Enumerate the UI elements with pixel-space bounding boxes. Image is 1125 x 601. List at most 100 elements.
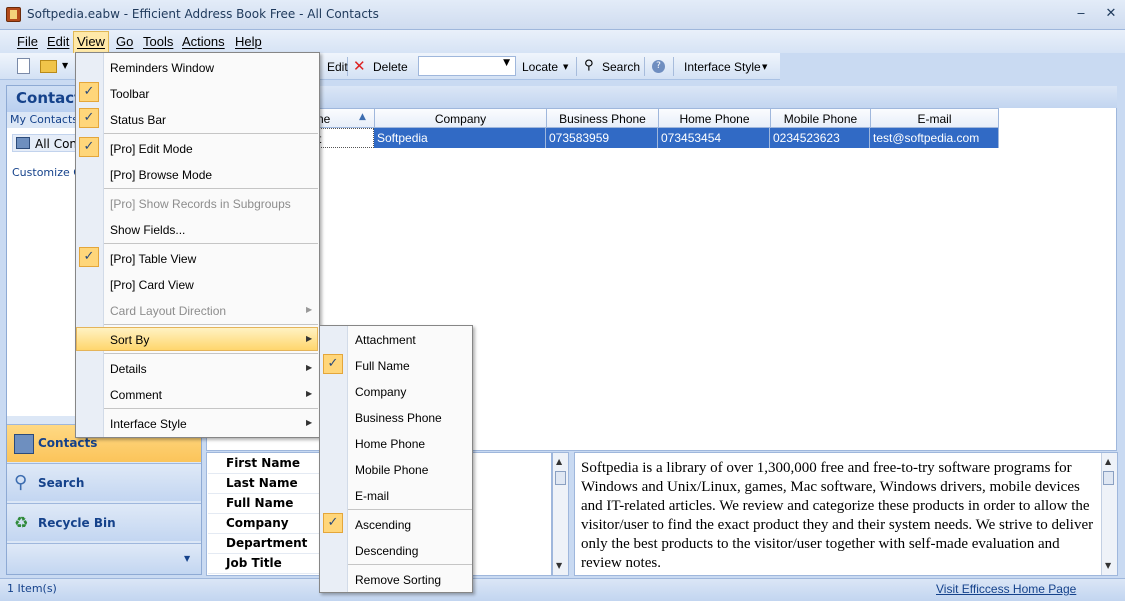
toolbar-separator <box>673 57 674 76</box>
menu-item-comment[interactable]: Comment <box>110 383 162 407</box>
submenu-arrow-icon: ▶ <box>306 305 313 314</box>
menu-separator <box>104 133 318 134</box>
scroll-down-arrow[interactable]: ▼ <box>1105 561 1111 570</box>
help-icon[interactable]: ? <box>652 60 665 73</box>
cell-home-phone[interactable]: 073453454 <box>658 128 770 148</box>
cell-business-phone[interactable]: 073583959 <box>546 128 658 148</box>
grid-group-bar <box>207 86 1117 108</box>
sort-item-company[interactable]: Company <box>355 380 406 404</box>
notes-text[interactable]: Softpedia is a library of over 1,300,000… <box>581 459 1099 573</box>
sort-item-business-phone[interactable]: Business Phone <box>355 406 442 430</box>
open-dropdown-arrow[interactable]: ▼ <box>62 61 68 70</box>
checkmark-icon: ✓ <box>79 108 99 128</box>
notes-scrollbar[interactable]: ▲ ▼ <box>1101 453 1117 575</box>
tree-item-all-contacts[interactable]: All Con <box>12 134 82 152</box>
window-title: Softpedia.eabw - Efficient Address Book … <box>27 7 379 21</box>
menu-item-toolbar[interactable]: Toolbar <box>110 82 149 106</box>
nav-recycle-bin[interactable]: ♻ Recycle Bin <box>7 503 201 541</box>
scroll-up-arrow[interactable]: ▲ <box>1105 457 1111 466</box>
submenu-arrow-icon: ▶ <box>306 363 313 372</box>
submenu-arrow-icon: ▶ <box>306 334 313 343</box>
edit-button[interactable]: Edit <box>327 60 348 74</box>
scroll-down-arrow[interactable]: ▼ <box>556 561 562 570</box>
interface-style-dropdown-arrow[interactable]: ▼ <box>762 63 767 71</box>
scroll-thumb[interactable] <box>1103 471 1114 485</box>
menu-item-interface-style[interactable]: Interface Style <box>110 412 187 436</box>
checkmark-icon: ✓ <box>323 513 343 533</box>
delete-icon[interactable]: ✕ <box>353 57 366 75</box>
app-icon[interactable] <box>6 7 21 22</box>
recycle-icon: ♻ <box>14 513 29 532</box>
menu-view[interactable]: View <box>73 31 109 53</box>
locate-combo-input[interactable]: ▼ <box>418 56 516 76</box>
sort-item-email[interactable]: E-mail <box>355 484 389 508</box>
menu-item-details[interactable]: Details <box>110 357 147 381</box>
menu-file[interactable]: File <box>17 34 38 49</box>
search-button[interactable]: Search <box>602 60 640 74</box>
sort-item-descending[interactable]: Descending <box>355 539 418 563</box>
menu-bar: File Edit View Go Tools Actions Help <box>0 30 1125 53</box>
home-page-link[interactable]: Visit Efficcess Home Page <box>936 582 1076 596</box>
column-header-home-phone[interactable]: Home Phone <box>658 108 771 128</box>
nav-search[interactable]: ⚲ Search <box>7 463 201 501</box>
sort-item-remove-sorting[interactable]: Remove Sorting <box>355 568 441 592</box>
cell-email[interactable]: test@softpedia.com <box>870 128 999 148</box>
scroll-up-arrow[interactable]: ▲ <box>556 457 562 466</box>
column-header-business-phone[interactable]: Business Phone <box>546 108 659 128</box>
sort-item-ascending[interactable]: Ascending <box>355 513 411 537</box>
sort-item-home-phone[interactable]: Home Phone <box>355 432 425 456</box>
close-button[interactable]: ✕ <box>1100 5 1122 23</box>
menu-help[interactable]: Help <box>235 34 262 49</box>
open-folder-icon[interactable] <box>40 60 57 73</box>
scroll-thumb[interactable] <box>555 471 566 485</box>
menu-edit[interactable]: Edit <box>47 34 69 49</box>
menu-item-reminders-window[interactable]: Reminders Window <box>110 56 214 80</box>
menu-tools[interactable]: Tools <box>143 34 173 49</box>
locate-dropdown-arrow[interactable]: ▼ <box>563 63 568 71</box>
menu-item-browse-mode[interactable]: [Pro] Browse Mode <box>110 163 212 187</box>
checkmark-icon: ✓ <box>79 82 99 102</box>
new-icon[interactable] <box>17 58 30 74</box>
menu-separator <box>104 408 318 409</box>
menu-separator <box>104 243 318 244</box>
contacts-icon <box>14 434 34 454</box>
menu-item-table-view[interactable]: [Pro] Table View <box>110 247 196 271</box>
menu-item-status-bar[interactable]: Status Bar <box>110 108 166 132</box>
menu-item-sort-by[interactable]: Sort By <box>110 328 149 352</box>
nav-contacts-label: Contacts <box>38 436 98 450</box>
nav-recycle-bin-label: Recycle Bin <box>38 516 116 530</box>
tree-item-label: All Con <box>35 137 78 151</box>
menu-item-card-view[interactable]: [Pro] Card View <box>110 273 194 297</box>
nav-search-label: Search <box>38 476 85 490</box>
search-icon[interactable]: ⚲ <box>584 58 594 73</box>
locate-button[interactable]: Locate <box>522 60 558 74</box>
menu-item-show-records-in-subgroups: [Pro] Show Records in Subgroups <box>110 197 291 211</box>
nav-more[interactable]: ▼ <box>7 543 201 574</box>
cell-mobile-phone[interactable]: 0234523623 <box>770 128 870 148</box>
fields-scrollbar[interactable]: ▲ ▼ <box>552 452 569 576</box>
delete-button[interactable]: Delete <box>373 60 408 74</box>
sort-item-mobile-phone[interactable]: Mobile Phone <box>355 458 428 482</box>
menu-separator <box>104 188 318 189</box>
sort-item-full-name[interactable]: Full Name <box>355 354 410 378</box>
chevron-down-icon[interactable]: ▼ <box>184 554 190 563</box>
column-header-mobile-phone[interactable]: Mobile Phone <box>770 108 871 128</box>
cell-company[interactable]: Softpedia <box>374 128 546 148</box>
menu-go[interactable]: Go <box>116 34 133 49</box>
menu-item-show-fields[interactable]: Show Fields... <box>110 218 185 242</box>
interface-style-button[interactable]: Interface Style <box>684 60 761 74</box>
checkmark-icon: ✓ <box>79 247 99 267</box>
column-header-email[interactable]: E-mail <box>870 108 999 128</box>
sort-item-attachment[interactable]: Attachment <box>355 328 416 352</box>
menu-item-card-layout-direction: Card Layout Direction <box>110 304 227 318</box>
submenu-arrow-icon: ▶ <box>306 418 313 427</box>
submenu-arrow-icon: ▶ <box>306 389 313 398</box>
minimize-button[interactable]: ‒ <box>1070 5 1092 23</box>
menu-separator <box>348 564 472 565</box>
menu-actions[interactable]: Actions <box>182 34 225 49</box>
cell-full-name[interactable]: t <box>314 128 374 148</box>
checkmark-icon: ✓ <box>79 137 99 157</box>
menu-item-edit-mode[interactable]: [Pro] Edit Mode <box>110 137 193 161</box>
column-header-company[interactable]: Company <box>374 108 547 128</box>
chevron-down-icon[interactable]: ▼ <box>503 58 510 68</box>
